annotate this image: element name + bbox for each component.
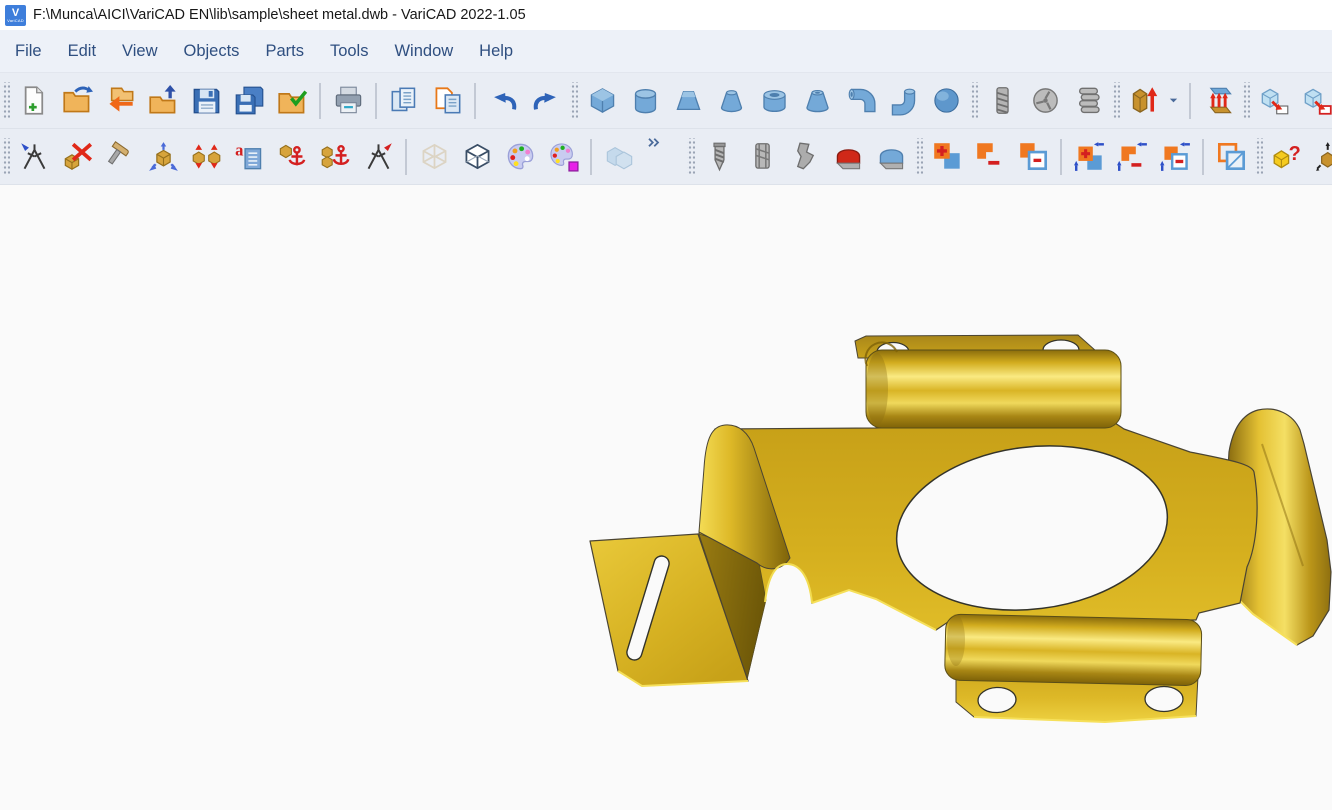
toolbar-separator	[590, 139, 592, 175]
solid-to-2d-icon[interactable]	[1255, 82, 1293, 120]
lift-faces-icon[interactable]	[1199, 82, 1237, 120]
frustum-primitive-icon[interactable]	[669, 82, 707, 120]
palette-icon[interactable]	[501, 138, 539, 176]
toolbar-grip-handle[interactable]	[2, 82, 10, 120]
redo-icon[interactable]	[527, 82, 565, 120]
boolean-union-icon[interactable]	[928, 138, 966, 176]
menu-view[interactable]: View	[109, 33, 170, 70]
identify-solid-icon[interactable]: ?	[1268, 138, 1306, 176]
menu-edit[interactable]: Edit	[55, 33, 109, 70]
attributes-icon[interactable]: a	[230, 138, 268, 176]
overflow-chevron-icon[interactable]	[643, 135, 663, 159]
mill-icon[interactable]	[743, 138, 781, 176]
rotary-tool-icon[interactable]	[1026, 82, 1064, 120]
toolbar-separator	[1189, 83, 1191, 119]
boolean-union-move-icon[interactable]	[1070, 138, 1108, 176]
menu-parts[interactable]: Parts	[252, 33, 317, 70]
die-blue-icon[interactable]	[872, 138, 910, 176]
toolbar-grip-handle[interactable]	[570, 82, 578, 120]
overlap-frames-icon[interactable]	[1212, 138, 1250, 176]
toolbar-separator	[474, 83, 476, 119]
toolbar-separator	[405, 139, 407, 175]
drill-icon[interactable]	[700, 138, 738, 176]
menu-window[interactable]: Window	[381, 33, 466, 70]
sphere-primitive-icon[interactable]	[927, 82, 965, 120]
thread-icon[interactable]	[983, 82, 1021, 120]
boolean-subtract-move-icon[interactable]	[1113, 138, 1151, 176]
hammer-tool-icon[interactable]	[101, 138, 139, 176]
toolbar-separator	[1060, 139, 1062, 175]
selection-dim-icon[interactable]	[600, 138, 638, 176]
menu-file[interactable]: File	[2, 33, 55, 70]
toolbar-grip-handle[interactable]	[687, 138, 695, 176]
check-solid-icon[interactable]: ?	[1311, 138, 1332, 176]
boolean-intersect-move-icon[interactable]	[1156, 138, 1194, 176]
die-red-icon[interactable]	[829, 138, 867, 176]
undo-icon[interactable]	[484, 82, 522, 120]
toolbar-grip-handle[interactable]	[1112, 82, 1120, 120]
move-solid-icon[interactable]	[144, 138, 182, 176]
solid-to-2d-alt-icon[interactable]	[1298, 82, 1332, 120]
hollow-cone-primitive-icon[interactable]	[798, 82, 836, 120]
select-tree-icon[interactable]	[15, 138, 53, 176]
toolbar-grip-handle[interactable]	[2, 138, 10, 176]
elbow-primitive-icon[interactable]	[841, 82, 879, 120]
lathe-tool-icon[interactable]	[786, 138, 824, 176]
sheet-metal-part	[0, 185, 1332, 810]
save-all-icon[interactable]	[230, 82, 268, 120]
menu-tools[interactable]: Tools	[317, 33, 382, 70]
menu-objects[interactable]: Objects	[171, 33, 253, 70]
swap-solids-icon[interactable]	[187, 138, 225, 176]
app-icon-caption: VariCAD	[7, 19, 24, 23]
import-folder-icon[interactable]	[144, 82, 182, 120]
toolbar-grip-handle[interactable]	[915, 138, 923, 176]
new-file-icon[interactable]	[15, 82, 53, 120]
anchor-solid-icon[interactable]	[273, 138, 311, 176]
toolbar-grip-handle[interactable]	[1242, 82, 1250, 120]
svg-text:?: ?	[1288, 143, 1300, 165]
toolbar-separator	[375, 83, 377, 119]
revert-folder-icon[interactable]	[101, 82, 139, 120]
boolean-intersect-icon[interactable]	[1014, 138, 1052, 176]
copy-icon[interactable]	[385, 82, 423, 120]
cone-primitive-icon[interactable]	[712, 82, 750, 120]
cylinder-primitive-icon[interactable]	[626, 82, 664, 120]
toolbar-grip-handle[interactable]	[1255, 138, 1263, 176]
menu-help[interactable]: Help	[466, 33, 526, 70]
elbow-solid-primitive-icon[interactable]	[884, 82, 922, 120]
save-check-icon[interactable]	[273, 82, 311, 120]
extrude-icon[interactable]	[1125, 82, 1163, 120]
wire-cube-pale-icon[interactable]	[415, 138, 453, 176]
toolbar-separator	[319, 83, 321, 119]
toolbar-row-2: a??	[0, 129, 1332, 185]
window-title: F:\Munca\AICI\VariCAD EN\lib\sample\shee…	[33, 7, 526, 23]
viewport-3d[interactable]	[0, 185, 1332, 810]
select-tree-red-icon[interactable]	[359, 138, 397, 176]
print-icon[interactable]	[329, 82, 367, 120]
app-icon-letter: V	[12, 8, 19, 19]
wire-cube-icon[interactable]	[458, 138, 496, 176]
toolbar-row-1	[0, 73, 1332, 129]
toolbar-grip-handle[interactable]	[970, 82, 978, 120]
svg-text:a: a	[235, 141, 244, 159]
palette-layer-icon[interactable]	[544, 138, 582, 176]
paste-icon[interactable]	[428, 82, 466, 120]
open-folder-icon[interactable]	[58, 82, 96, 120]
app-icon: V VariCAD	[5, 5, 26, 26]
tube-primitive-icon[interactable]	[755, 82, 793, 120]
extrude-dropdown-caret[interactable]	[1168, 82, 1181, 120]
spring-icon[interactable]	[1069, 82, 1107, 120]
box-primitive-icon[interactable]	[583, 82, 621, 120]
anchor-solids-icon[interactable]	[316, 138, 354, 176]
toolbar-separator	[1202, 139, 1204, 175]
delete-solid-icon[interactable]	[58, 138, 96, 176]
menu-bar: FileEditViewObjectsPartsToolsWindowHelp	[0, 30, 1332, 73]
save-icon[interactable]	[187, 82, 225, 120]
title-bar: V VariCAD F:\Munca\AICI\VariCAD EN\lib\s…	[0, 0, 1332, 30]
boolean-subtract-icon[interactable]	[971, 138, 1009, 176]
